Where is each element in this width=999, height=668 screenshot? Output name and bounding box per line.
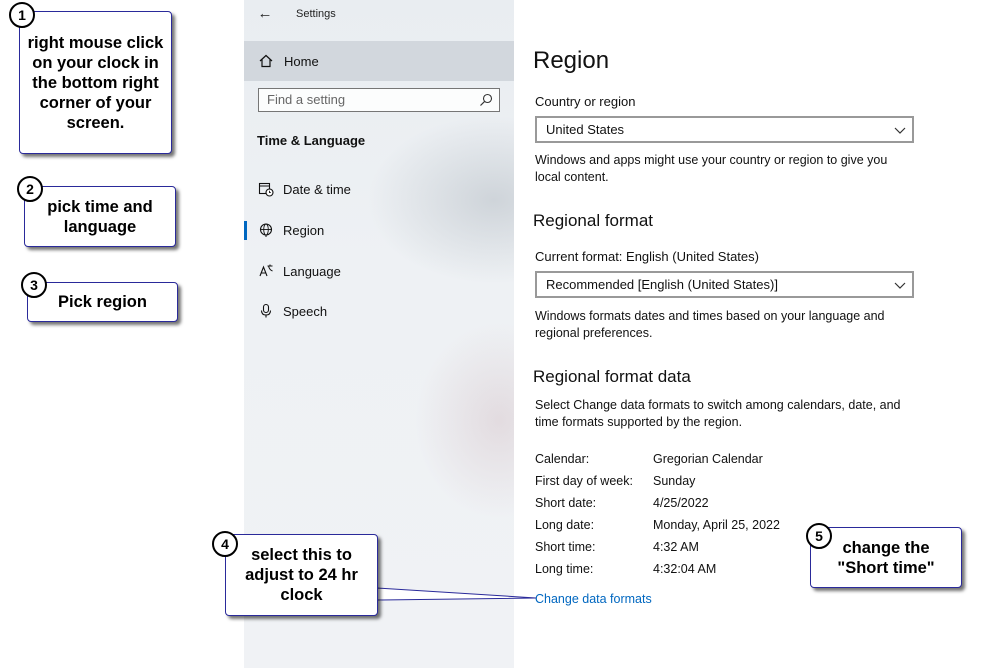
long-date-value: Monday, April 25, 2022 xyxy=(653,518,780,532)
sidebar-item-language[interactable]: Language xyxy=(244,253,514,289)
long-time-key: Long time: xyxy=(535,562,594,576)
step-badge-1: 1 xyxy=(9,2,35,28)
short-time-value: 4:32 AM xyxy=(653,540,699,554)
change-data-formats-link[interactable]: Change data formats xyxy=(535,592,652,606)
sidebar-item-region[interactable]: Region xyxy=(244,212,514,248)
callout-4: select this to adjust to 24 hr clock xyxy=(225,534,378,616)
page-title: Region xyxy=(533,47,610,74)
sidebar-item-home[interactable]: Home xyxy=(244,41,514,81)
sidebar-item-label: Region xyxy=(283,223,325,238)
format-data-description: Select Change data formats to switch amo… xyxy=(535,398,901,429)
country-select[interactable]: United States xyxy=(535,116,914,143)
callout-text: change the "Short time" xyxy=(837,538,935,577)
long-date-key: Long date: xyxy=(535,518,595,532)
sidebar-item-label: Home xyxy=(284,54,319,69)
callout-text: Pick region xyxy=(58,293,147,311)
step-badge-3: 3 xyxy=(21,272,47,298)
clock-calendar-icon xyxy=(258,182,274,197)
callout-2: pick time and language xyxy=(24,186,176,247)
microphone-icon xyxy=(260,303,272,318)
window-title: Settings xyxy=(296,8,336,20)
first-day-key: First day of week: xyxy=(535,474,633,488)
globe-icon xyxy=(259,223,273,237)
search-box[interactable] xyxy=(258,88,500,112)
chevron-down-icon xyxy=(894,282,906,289)
step-badge-4: 4 xyxy=(212,531,238,557)
search-input[interactable] xyxy=(267,92,467,107)
regional-format-value: Recommended [English (United States)] xyxy=(546,277,778,292)
short-time-key: Short time: xyxy=(535,540,596,554)
first-day-value: Sunday xyxy=(653,474,696,488)
callout-text: pick time and language xyxy=(47,197,153,236)
calendar-value: Gregorian Calendar xyxy=(653,452,763,466)
format-data-heading: Regional format data xyxy=(533,367,691,386)
sidebar-item-speech[interactable]: Speech xyxy=(244,293,514,329)
sidebar-item-label: Language xyxy=(283,264,341,279)
section-title: Time & Language xyxy=(257,133,366,148)
back-arrow-icon[interactable]: ← xyxy=(256,5,274,23)
sidebar-item-label: Date & time xyxy=(283,182,351,197)
callout-5: change the "Short time" xyxy=(810,527,962,588)
regional-format-select[interactable]: Recommended [English (United States)] xyxy=(535,271,914,298)
home-icon xyxy=(259,54,273,68)
sidebar-item-date-time[interactable]: Date & time xyxy=(244,171,514,207)
country-label: Country or region xyxy=(535,94,636,109)
regional-format-heading: Regional format xyxy=(533,211,654,230)
callout-text: select this to adjust to 24 hr clock xyxy=(245,546,358,604)
short-date-key: Short date: xyxy=(535,496,597,510)
language-icon xyxy=(259,264,273,277)
callout-text: right mouse click on your clock in the b… xyxy=(27,33,164,132)
sidebar-item-label: Speech xyxy=(283,304,328,319)
regional-format-description: Windows formats dates and times based on… xyxy=(535,309,885,340)
country-value: United States xyxy=(546,122,625,137)
selection-indicator xyxy=(244,221,247,240)
short-date-value: 4/25/2022 xyxy=(653,496,709,510)
callout-3: Pick region xyxy=(27,282,178,322)
callout-1: right mouse click on your clock in the b… xyxy=(19,11,172,154)
chevron-down-icon xyxy=(894,127,906,134)
search-icon[interactable] xyxy=(479,93,493,107)
long-time-value: 4:32:04 AM xyxy=(653,562,717,576)
country-description: Windows and apps might use your country … xyxy=(535,153,888,184)
title-bar: ← Settings xyxy=(244,0,514,32)
calendar-key: Calendar: xyxy=(535,452,590,466)
step-badge-2: 2 xyxy=(17,176,43,202)
step-badge-5: 5 xyxy=(806,523,832,549)
current-format-label: Current format: English (United States) xyxy=(535,249,759,264)
